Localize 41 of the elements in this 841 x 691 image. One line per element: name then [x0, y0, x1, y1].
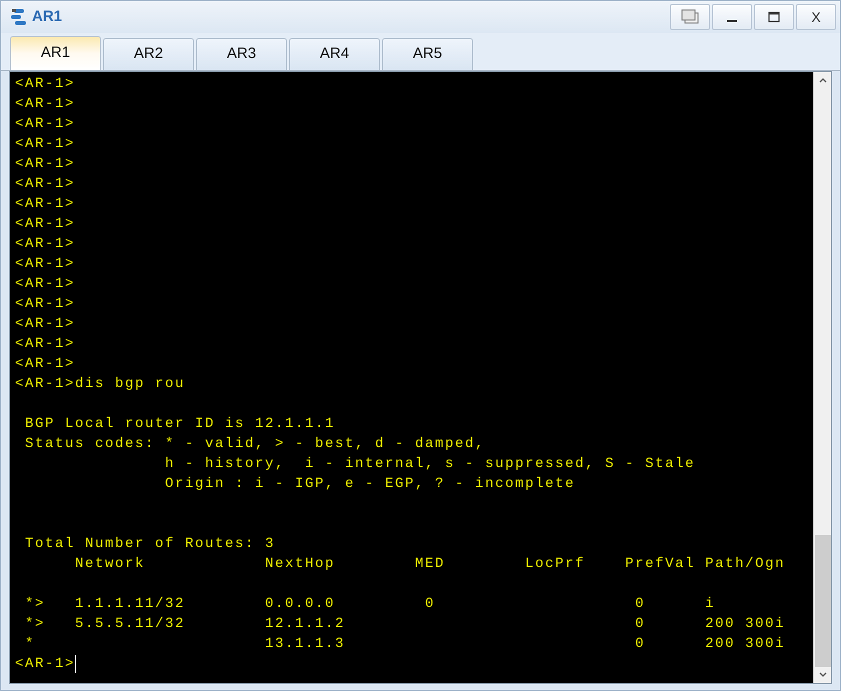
restore-icon — [680, 9, 700, 25]
terminal-line: Total Number of Routes: 3 — [24, 535, 276, 554]
terminal-line: * 13.1.1.3 0 200 300i — [24, 635, 786, 654]
terminal-line: <AR-1> — [15, 315, 76, 334]
terminal-line: Origin : i - IGP, e - EGP, ? - incomplete — [164, 475, 576, 494]
terminal-line: h - history, i - internal, s - suppressed, S - Stale — [164, 455, 696, 474]
maximize-icon — [768, 11, 780, 23]
window-title: AR1 — [32, 6, 62, 27]
terminal-line: BGP Local router ID is 12.1.1.1 — [24, 415, 336, 434]
terminal-line: <AR-1> — [15, 235, 76, 254]
tab[interactable]: AR2 — [103, 38, 194, 70]
terminal-line: <AR-1> — [15, 335, 76, 354]
tab[interactable]: AR3 — [196, 38, 287, 70]
tab[interactable]: AR5 — [382, 38, 473, 70]
terminal-line: *> 5.5.5.11/32 12.1.1.2 0 200 300i — [24, 615, 786, 634]
minimize-icon — [727, 20, 737, 22]
scrollbar[interactable] — [813, 72, 831, 683]
terminal-line: Status codes: * - valid, > - best, d - damped, — [24, 435, 486, 454]
terminal-line: <AR-1> — [15, 155, 76, 174]
terminal-line: <AR-1> — [15, 75, 76, 94]
terminal-line: <AR-1>dis bgp rou — [15, 375, 186, 394]
terminal-line: <AR-1> — [15, 195, 76, 214]
tab[interactable]: AR4 — [289, 38, 380, 70]
terminal-line: <AR-1> — [15, 115, 76, 134]
maximize-button[interactable] — [754, 4, 794, 30]
router-icon — [9, 7, 29, 27]
terminal-line: <AR-1> — [15, 275, 76, 294]
close-button[interactable]: X — [796, 4, 836, 30]
terminal-line: <AR-1> — [15, 175, 76, 194]
tab[interactable]: AR1 — [10, 36, 101, 70]
terminal-line: Network NextHop MED LocPrf PrefVal Path/Ogn — [74, 555, 786, 574]
scrollbar-thumb[interactable] — [814, 535, 830, 667]
terminal-line: <AR-1> — [15, 95, 76, 114]
terminal-line: <AR-1> — [15, 355, 76, 374]
terminal-line: <AR-1> — [15, 295, 76, 314]
terminal-line: *> 1.1.1.11/32 0.0.0.0 0 0 i — [24, 595, 716, 614]
terminal-line: <AR-1> — [15, 655, 76, 674]
restore-button[interactable] — [670, 4, 710, 30]
terminal-line: <AR-1> — [15, 255, 76, 274]
terminal-line: <AR-1> — [15, 135, 76, 154]
terminal-line: <AR-1> — [15, 215, 76, 234]
